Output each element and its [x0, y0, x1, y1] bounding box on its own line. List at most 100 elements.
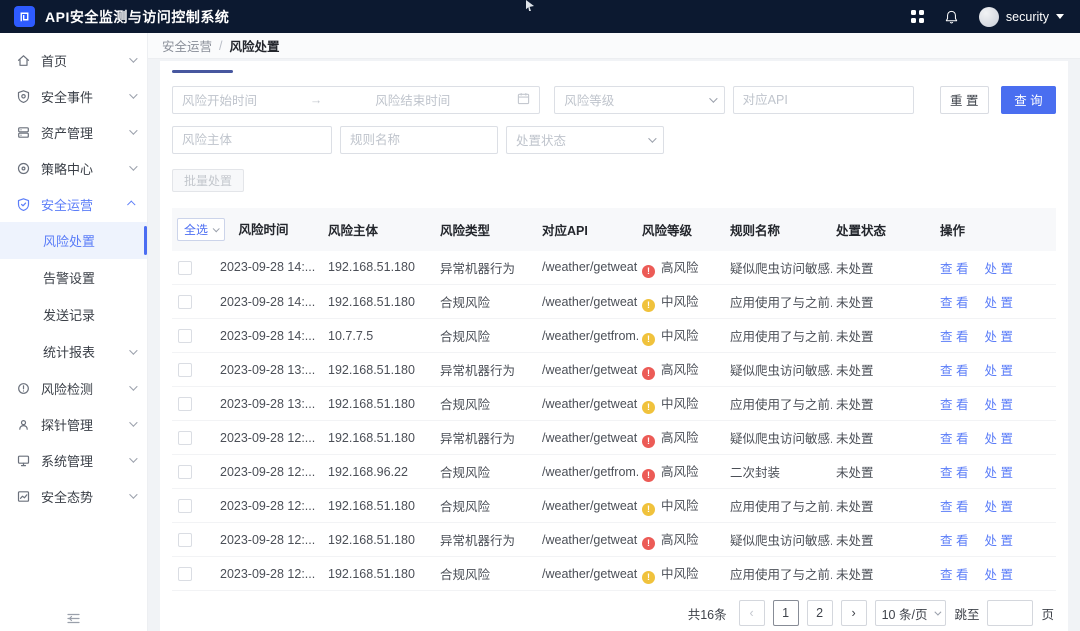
pagination: 共16条 ‹ 1 2 › 10 条/页 跳至 页	[172, 591, 1056, 631]
top-navbar: API安全监测与访问控制系统 security	[0, 0, 1080, 33]
handle-link[interactable]: 处 置	[985, 432, 1013, 446]
sidebar-item-security-posture[interactable]: 安全态势	[0, 478, 147, 514]
risk-level-select[interactable]: 风险等级	[554, 86, 724, 114]
view-link[interactable]: 查 看	[940, 534, 968, 548]
cell-rule-name: 疑似爬虫访问敏感...	[726, 523, 832, 557]
asset-icon	[16, 125, 31, 140]
handle-link[interactable]: 处 置	[985, 398, 1013, 412]
risk-subject-input[interactable]	[172, 126, 332, 154]
row-checkbox[interactable]	[178, 397, 192, 411]
page-button-2[interactable]: 2	[807, 600, 833, 626]
row-checkbox[interactable]	[178, 261, 192, 275]
cell-risk-level: 中风险	[661, 567, 699, 581]
sidebar-subitem-statistics-report[interactable]: 统计报表	[0, 333, 147, 370]
handle-link[interactable]: 处 置	[985, 500, 1013, 514]
search-button[interactable]: 查 询	[1001, 86, 1056, 114]
chevron-down-icon	[213, 225, 220, 232]
table-row: 2023-09-28 14:... 10.7.7.5 合规风险 /weather…	[172, 319, 1056, 353]
risk-level-icon	[642, 537, 655, 550]
handle-link[interactable]: 处 置	[985, 296, 1013, 310]
view-link[interactable]: 查 看	[940, 364, 968, 378]
handle-link[interactable]: 处 置	[985, 364, 1013, 378]
table-row: 2023-09-28 14:... 192.168.51.180 合规风险 /w…	[172, 285, 1056, 319]
chevron-down-icon	[129, 346, 137, 354]
sidebar-item-security-events[interactable]: 安全事件	[0, 78, 147, 114]
view-link[interactable]: 查 看	[940, 296, 968, 310]
view-link[interactable]: 查 看	[940, 398, 968, 412]
handle-link[interactable]: 处 置	[985, 262, 1013, 276]
date-range-picker[interactable]: 风险开始时间 → 风险结束时间	[172, 86, 540, 114]
sidebar-item-system-management[interactable]: 系统管理	[0, 442, 147, 478]
breadcrumb-section[interactable]: 安全运营	[162, 36, 212, 55]
row-checkbox[interactable]	[178, 465, 192, 479]
handle-link[interactable]: 处 置	[985, 466, 1013, 480]
sidebar-item-risk-detection[interactable]: 风险检测	[0, 370, 147, 406]
risk-level-icon	[642, 401, 655, 414]
view-link[interactable]: 查 看	[940, 262, 968, 276]
row-checkbox[interactable]	[178, 533, 192, 547]
bell-icon[interactable]	[944, 9, 959, 25]
handle-link[interactable]: 处 置	[985, 534, 1013, 548]
risk-level-icon	[642, 469, 655, 482]
sidebar-item-policy[interactable]: 策略中心	[0, 150, 147, 186]
cell-risk-type: 异常机器行为	[436, 353, 538, 387]
sidebar-item-probe-management[interactable]: 探针管理	[0, 406, 147, 442]
view-link[interactable]: 查 看	[940, 432, 968, 446]
apps-grid-icon[interactable]	[911, 10, 924, 23]
page-button-1[interactable]: 1	[773, 600, 799, 626]
sidebar-item-label: 安全事件	[41, 87, 129, 106]
jump-page-input[interactable]	[987, 600, 1033, 626]
breadcrumb-current: 风险处置	[230, 36, 280, 55]
row-checkbox[interactable]	[178, 363, 192, 377]
user-menu[interactable]: security	[979, 7, 1064, 27]
cell-api: /weather/getweat...	[538, 387, 638, 421]
handle-status-select[interactable]: 处置状态	[506, 126, 664, 154]
sidebar-item-home[interactable]: 首页	[0, 42, 147, 78]
cell-rule-name: 应用使用了与之前...	[726, 557, 832, 591]
next-page-button[interactable]: ›	[841, 600, 867, 626]
batch-handle-button[interactable]: 批量处置	[172, 169, 244, 192]
row-checkbox[interactable]	[178, 499, 192, 513]
sidebar-subitem-alert-settings[interactable]: 告警设置	[0, 259, 147, 296]
cell-risk-subject: 192.168.51.180	[324, 421, 436, 455]
select-all-control[interactable]: 全选	[177, 218, 225, 241]
jump-suffix: 页	[1041, 604, 1054, 623]
chevron-down-icon	[1056, 14, 1064, 19]
row-checkbox[interactable]	[178, 329, 192, 343]
cell-risk-level: 中风险	[661, 295, 699, 309]
view-link[interactable]: 查 看	[940, 568, 968, 582]
row-checkbox[interactable]	[178, 295, 192, 309]
view-link[interactable]: 查 看	[940, 466, 968, 480]
row-checkbox[interactable]	[178, 567, 192, 581]
active-tab-indicator	[172, 70, 233, 73]
view-link[interactable]: 查 看	[940, 500, 968, 514]
handle-link[interactable]: 处 置	[985, 568, 1013, 582]
view-link[interactable]: 查 看	[940, 330, 968, 344]
sidebar-subitem-risk-handling[interactable]: 风险处置	[0, 222, 147, 259]
col-actions: 操作	[936, 208, 1056, 251]
sidebar-subitem-label: 统计报表	[43, 342, 129, 361]
handle-link[interactable]: 处 置	[985, 330, 1013, 344]
cell-rule-name: 二次封装	[726, 455, 832, 489]
sidebar-item-label: 系统管理	[41, 451, 129, 470]
row-checkbox[interactable]	[178, 431, 192, 445]
system-icon	[16, 453, 31, 468]
cell-rule-name: 应用使用了与之前...	[726, 387, 832, 421]
content-card: 风险开始时间 → 风险结束时间 风险等级 重 置 查 询 处置状态	[160, 61, 1068, 631]
chevron-down-icon	[648, 134, 656, 142]
table-header-row: 全选 风险时间 风险主体 风险类型 对应API 风险等级 规则名称 处置状态 操…	[172, 208, 1056, 251]
rule-name-input[interactable]	[340, 126, 498, 154]
page-size-select[interactable]: 10 条/页	[875, 600, 947, 626]
sidebar-subitem-send-records[interactable]: 发送记录	[0, 296, 147, 333]
sidebar-item-assets[interactable]: 资产管理	[0, 114, 147, 150]
prev-page-button[interactable]: ‹	[739, 600, 765, 626]
col-handle-status: 处置状态	[832, 208, 936, 251]
sidebar-collapse-icon[interactable]	[0, 612, 147, 625]
sidebar-item-operations[interactable]: 安全运营	[0, 186, 147, 222]
chevron-down-icon	[129, 162, 137, 170]
api-input[interactable]	[733, 86, 914, 114]
reset-button[interactable]: 重 置	[940, 86, 989, 114]
col-risk-type: 风险类型	[436, 208, 538, 251]
end-time-placeholder: 风险结束时间	[375, 90, 517, 109]
cell-rule-name: 应用使用了与之前...	[726, 319, 832, 353]
